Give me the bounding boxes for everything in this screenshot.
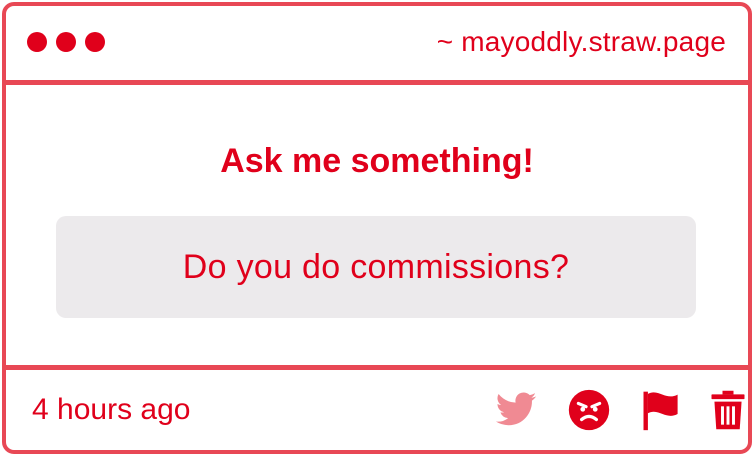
window-dot-2 bbox=[56, 32, 76, 52]
window-controls bbox=[27, 32, 105, 52]
card-footer: 4 hours ago bbox=[6, 365, 748, 450]
delete-button[interactable] bbox=[706, 388, 748, 432]
report-button[interactable] bbox=[638, 388, 682, 432]
flag-icon bbox=[643, 391, 678, 431]
question-box: Do you do commissions? bbox=[56, 216, 696, 318]
question-card: ~ mayoddly.straw.page Ask me something! … bbox=[2, 2, 752, 454]
trash-icon bbox=[711, 390, 745, 430]
angry-face-icon bbox=[568, 389, 610, 431]
question-text: Do you do commissions? bbox=[182, 248, 570, 286]
window-titlebar: ~ mayoddly.straw.page bbox=[6, 6, 748, 85]
window-dot-3 bbox=[85, 32, 105, 52]
twitter-icon bbox=[495, 392, 537, 426]
page-url: ~ mayoddly.straw.page bbox=[436, 26, 726, 57]
timestamp: 4 hours ago bbox=[32, 393, 191, 426]
react-angry-button[interactable] bbox=[567, 388, 611, 432]
window-dot-1 bbox=[27, 32, 47, 52]
action-bar bbox=[448, 370, 748, 450]
share-twitter-button[interactable] bbox=[494, 388, 538, 432]
page-title: Ask me something! bbox=[220, 142, 534, 180]
card-body: Ask me something! Do you do commissions? bbox=[6, 85, 748, 365]
